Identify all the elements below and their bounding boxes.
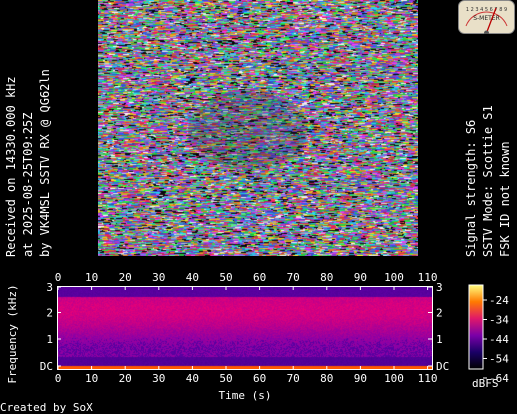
colorbar	[468, 284, 484, 370]
received-frequency-caption: Received on 14330.000 kHz	[4, 76, 18, 257]
y-tick-label-left: 2	[46, 307, 53, 320]
signal-strength-caption: Signal strength: S6	[464, 119, 478, 257]
x-tick-label-bottom: 100	[384, 372, 404, 385]
x-tick-label-bottom: 90	[354, 372, 367, 385]
y-tick-label-right: 3	[436, 281, 443, 294]
x-tick-label-top: 100	[384, 271, 404, 284]
colorbar-unit: dBFS	[472, 377, 499, 390]
x-tick-label-bottom: 70	[287, 372, 300, 385]
spectrogram-frame	[57, 286, 433, 370]
x-tick-label-top: 50	[219, 271, 232, 284]
x-tick-label-top: 40	[186, 271, 199, 284]
sstv-mode-caption: SSTV Mode: Scottie S1	[481, 105, 495, 257]
y-tick-label-right: 1	[436, 333, 443, 346]
colorbar-tick-label: -44	[489, 333, 509, 346]
x-tick-label-top: 70	[287, 271, 300, 284]
colorbar-tick-label: -54	[489, 353, 509, 366]
x-axis-label: Time (s)	[219, 389, 272, 402]
x-tick-label-top: 60	[253, 271, 266, 284]
s-meter-icon: 1 2 3 4 5 6 7 8 9 S-METER	[458, 0, 515, 34]
x-tick-label-top: 10	[85, 271, 98, 284]
x-tick-label-bottom: 20	[119, 372, 132, 385]
receiver-station-caption: by VK4MSL SSTV RX @ QG62ln	[38, 69, 52, 257]
colorbar-tick-label: -34	[489, 314, 509, 327]
received-time-caption: at 2025-08-25T09:25Z	[21, 112, 35, 258]
y-tick-label-right: 2	[436, 307, 443, 320]
x-tick-label-bottom: 60	[253, 372, 266, 385]
x-tick-label-top: 30	[152, 271, 165, 284]
fsk-id-caption: FSK ID not known	[498, 141, 512, 257]
y-tick-label-right: DC	[436, 360, 449, 373]
y-axis-label: Frequency (kHz)	[6, 284, 19, 383]
s-meter-label: S-METER	[473, 15, 500, 22]
x-tick-label-bottom: 40	[186, 372, 199, 385]
x-tick-label-bottom: 30	[152, 372, 165, 385]
x-tick-label-bottom: 80	[320, 372, 333, 385]
y-tick-label-left: 1	[46, 333, 53, 346]
x-tick-label-top: 80	[320, 271, 333, 284]
x-tick-label-top: 110	[418, 271, 438, 284]
footer-credit: Created by SoX	[0, 401, 93, 414]
s-meter-scale: 1 2 3 4 5 6 7 8 9	[466, 7, 507, 13]
noise-image-canvas	[98, 0, 418, 256]
sstv-received-image	[98, 0, 418, 256]
y-tick-label-left: DC	[40, 360, 53, 373]
y-tick-label-left: 3	[46, 281, 53, 294]
x-tick-label-top: 0	[55, 271, 62, 284]
spectrogram-axes: 0 10 20 30 40 50 60 70 80 90 100 110 0 10 20 30 40 50 60 7…	[0, 271, 509, 414]
x-tick-label-top: 90	[354, 271, 367, 284]
colorbar-tick-label: -24	[489, 294, 509, 307]
x-tick-label-bottom: 10	[85, 372, 98, 385]
x-tick-label-bottom: 0	[55, 372, 62, 385]
x-tick-label-bottom: 50	[219, 372, 232, 385]
x-tick-label-bottom: 110	[418, 372, 438, 385]
x-tick-label-top: 20	[119, 271, 132, 284]
